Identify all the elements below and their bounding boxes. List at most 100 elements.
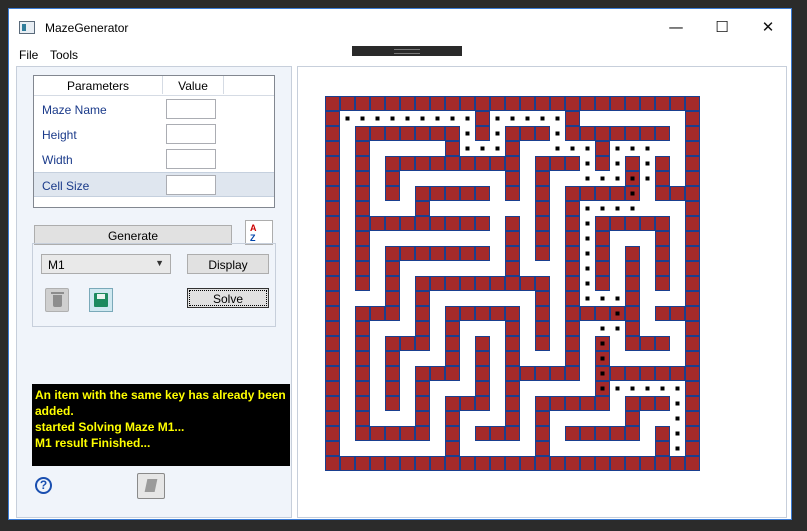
maze-wall bbox=[355, 396, 370, 411]
maze-wall bbox=[565, 351, 580, 366]
drag-grip[interactable] bbox=[352, 46, 462, 56]
solution-path-dot bbox=[510, 116, 515, 121]
maze-wall bbox=[445, 411, 460, 426]
maze-wall bbox=[400, 216, 415, 231]
maze-wall bbox=[565, 291, 580, 306]
maze-wall bbox=[385, 96, 400, 111]
maze-wall bbox=[325, 201, 340, 216]
maze-wall bbox=[505, 171, 520, 186]
param-row-cell-size: Cell Size bbox=[34, 172, 274, 197]
maze-wall bbox=[625, 276, 640, 291]
maze-wall bbox=[520, 96, 535, 111]
maze-wall bbox=[505, 426, 520, 441]
param-label: Cell Size bbox=[42, 179, 90, 193]
maze-wall bbox=[385, 171, 400, 186]
maze-wall bbox=[400, 246, 415, 261]
maze-wall bbox=[625, 156, 640, 171]
maze-wall bbox=[625, 126, 640, 141]
maze-wall bbox=[685, 186, 700, 201]
maze-wall bbox=[325, 261, 340, 276]
menu-file[interactable]: File bbox=[19, 48, 38, 62]
solution-path-dot bbox=[465, 131, 470, 136]
solution-path-dot bbox=[585, 251, 590, 256]
maze-wall bbox=[655, 231, 670, 246]
maze-wall bbox=[445, 456, 460, 471]
maze-wall bbox=[565, 96, 580, 111]
clean-icon[interactable] bbox=[137, 473, 165, 499]
maze-wall bbox=[535, 186, 550, 201]
maze-wall bbox=[595, 141, 610, 156]
solution-path-dot bbox=[615, 296, 620, 301]
left-panel: Parameters Value Maze Name Height Width … bbox=[16, 66, 292, 518]
maze-wall bbox=[595, 426, 610, 441]
maze-wall bbox=[685, 156, 700, 171]
maze-wall bbox=[520, 366, 535, 381]
maze-wall bbox=[535, 456, 550, 471]
maze-wall bbox=[415, 186, 430, 201]
solution-path-dot bbox=[645, 176, 650, 181]
maze-wall bbox=[535, 96, 550, 111]
solution-path-dot bbox=[675, 416, 680, 421]
maze-wall bbox=[565, 261, 580, 276]
minimize-button[interactable]: — bbox=[653, 9, 699, 45]
maze-wall bbox=[430, 456, 445, 471]
solution-path-dot bbox=[585, 266, 590, 271]
close-button[interactable]: ✕ bbox=[745, 9, 791, 45]
maze-wall bbox=[325, 126, 340, 141]
window-title: MazeGenerator bbox=[45, 21, 129, 35]
title-bar[interactable]: MazeGenerator — ☐ ✕ bbox=[9, 9, 791, 45]
maze-wall bbox=[565, 336, 580, 351]
maze-wall bbox=[655, 186, 670, 201]
param-label: Width bbox=[42, 153, 73, 167]
maze-wall bbox=[565, 306, 580, 321]
maze-select[interactable]: M1 ▼ bbox=[41, 254, 171, 274]
generate-button[interactable]: Generate bbox=[34, 225, 232, 245]
maze-wall bbox=[625, 96, 640, 111]
maze-wall bbox=[355, 96, 370, 111]
maze-wall bbox=[445, 336, 460, 351]
maze-wall bbox=[595, 261, 610, 276]
solution-path-dot bbox=[615, 206, 620, 211]
display-button[interactable]: Display bbox=[187, 254, 269, 274]
solve-button[interactable]: Solve bbox=[187, 288, 269, 308]
width-input[interactable] bbox=[166, 149, 216, 169]
solution-path-dot bbox=[675, 431, 680, 436]
solution-path-dot bbox=[585, 281, 590, 286]
maze-wall bbox=[385, 261, 400, 276]
maximize-button[interactable]: ☐ bbox=[699, 9, 745, 45]
maze-wall bbox=[415, 246, 430, 261]
save-icon[interactable] bbox=[89, 288, 113, 312]
help-icon[interactable]: ? bbox=[35, 477, 52, 494]
maze-wall bbox=[625, 306, 640, 321]
maze-wall bbox=[580, 96, 595, 111]
maze-wall bbox=[385, 216, 400, 231]
maze-wall bbox=[445, 396, 460, 411]
maze-wall bbox=[595, 396, 610, 411]
maze-wall bbox=[325, 156, 340, 171]
maze-wall bbox=[460, 396, 475, 411]
maze-wall bbox=[400, 156, 415, 171]
maze-wall bbox=[565, 231, 580, 246]
maze-wall bbox=[625, 261, 640, 276]
solution-path-dot bbox=[405, 116, 410, 121]
maze-wall bbox=[655, 171, 670, 186]
maze-wall bbox=[535, 441, 550, 456]
maze-wall bbox=[505, 321, 520, 336]
maze-wall bbox=[325, 396, 340, 411]
maze-name-input[interactable] bbox=[166, 99, 216, 119]
maze-wall bbox=[325, 276, 340, 291]
param-label: Height bbox=[42, 128, 77, 142]
solution-path-dot bbox=[645, 146, 650, 151]
maze-wall bbox=[685, 291, 700, 306]
maze-wall bbox=[355, 126, 370, 141]
sort-az-icon[interactable]: AZ bbox=[245, 220, 273, 245]
maze-wall bbox=[445, 216, 460, 231]
menu-tools[interactable]: Tools bbox=[50, 48, 78, 62]
cell-size-input[interactable] bbox=[166, 175, 216, 195]
maze-wall bbox=[535, 246, 550, 261]
maze-wall bbox=[325, 186, 340, 201]
height-input[interactable] bbox=[166, 124, 216, 144]
maze-wall bbox=[685, 201, 700, 216]
maze-wall bbox=[640, 336, 655, 351]
delete-icon[interactable] bbox=[45, 288, 69, 312]
